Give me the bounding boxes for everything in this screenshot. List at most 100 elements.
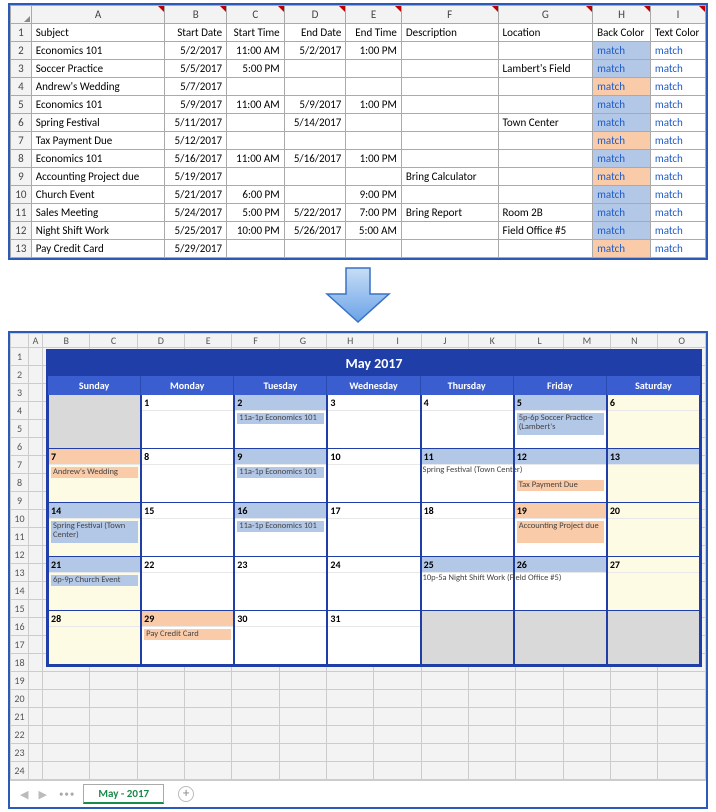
cal-row-hdr[interactable]: 17	[11, 636, 29, 654]
cal-day-29[interactable]: 29 Pay Credit Card	[141, 611, 234, 665]
cell-back-color[interactable]: match	[593, 78, 651, 96]
sheet-tab-active[interactable]: May - 2017	[83, 784, 164, 804]
col-B[interactable]: B	[165, 6, 227, 24]
cal-day-27[interactable]: 27	[607, 557, 700, 611]
cal-row-hdr[interactable]: 20	[11, 690, 29, 708]
cal-row-hdr[interactable]: 14	[11, 582, 29, 600]
cell-description[interactable]	[401, 78, 498, 96]
cal-day-14[interactable]: 14 Spring Festival (Town Center)	[48, 503, 141, 557]
cal-day-10[interactable]: 10	[327, 449, 420, 503]
cell-back-color[interactable]: match	[593, 132, 651, 150]
cell-end-date[interactable]	[284, 78, 346, 96]
cell-text-color[interactable]: match	[650, 42, 705, 60]
cell-description[interactable]	[401, 42, 498, 60]
cal-grid-row[interactable]: 19	[11, 672, 706, 690]
cal-empty-cell[interactable]	[29, 438, 43, 456]
cal-empty-cell[interactable]	[90, 690, 137, 708]
hdr-location[interactable]: Location	[498, 24, 593, 42]
select-all-corner[interactable]	[11, 6, 32, 24]
row-hdr[interactable]: 12	[11, 222, 32, 240]
cell-start-time[interactable]	[227, 78, 285, 96]
cal-empty-cell[interactable]	[327, 744, 374, 762]
cal-row-hdr[interactable]: 1	[11, 348, 29, 366]
cal-empty-cell[interactable]	[374, 708, 421, 726]
cal-day-9[interactable]: 9 11a-1p Economics 101	[234, 449, 327, 503]
cal-empty-cell[interactable]	[185, 762, 232, 780]
cell-end-time[interactable]	[346, 132, 402, 150]
cell-end-date[interactable]: 5/2/2017	[284, 42, 346, 60]
cell-description[interactable]	[401, 114, 498, 132]
cal-row-hdr[interactable]: 21	[11, 708, 29, 726]
cal-empty-cell[interactable]	[137, 744, 184, 762]
cell-description[interactable]: Bring Calculator	[401, 168, 498, 186]
table-row[interactable]: 11Sales Meeting5/24/20175:00 PM5/22/2017…	[11, 204, 706, 222]
cell-end-date[interactable]: 5/9/2017	[284, 96, 346, 114]
cal-col-I[interactable]: I	[374, 334, 421, 348]
cal-day-18[interactable]: 18	[421, 503, 514, 557]
cal-empty-cell[interactable]	[137, 672, 184, 690]
cal-empty-cell[interactable]	[611, 744, 658, 762]
cal-select-all[interactable]	[11, 334, 29, 348]
cal-col-D[interactable]: D	[137, 334, 184, 348]
cal-day-22[interactable]: 22	[141, 557, 234, 611]
cell-text-color[interactable]: match	[650, 186, 705, 204]
cal-grid-row[interactable]: 24	[11, 762, 706, 780]
cell-location[interactable]	[498, 78, 593, 96]
cal-empty-cell[interactable]	[469, 744, 516, 762]
cal-empty-cell[interactable]	[374, 690, 421, 708]
event-econ-9[interactable]: 11a-1p Economics 101	[237, 467, 324, 478]
hdr-start-date[interactable]: Start Date	[165, 24, 227, 42]
event-econ-2[interactable]: 11a-1p Economics 101	[237, 413, 324, 424]
cal-empty-cell[interactable]	[29, 690, 43, 708]
cal-row-hdr[interactable]: 4	[11, 402, 29, 420]
cal-empty-cell[interactable]	[29, 384, 43, 402]
cal-empty-cell[interactable]	[185, 744, 232, 762]
cell-description[interactable]	[401, 186, 498, 204]
cell-start-time[interactable]: 11:00 AM	[227, 150, 285, 168]
event-acct-19[interactable]: Accounting Project due	[517, 521, 604, 543]
row-hdr[interactable]: 2	[11, 42, 32, 60]
cell-end-time[interactable]: 9:00 PM	[346, 186, 402, 204]
event-source-table[interactable]: A B C D E F G H I 1 Subject Start Date S…	[10, 5, 706, 258]
cell-back-color[interactable]: match	[593, 186, 651, 204]
cal-empty-cell[interactable]	[232, 726, 279, 744]
cell-end-date[interactable]	[284, 132, 346, 150]
row-hdr[interactable]: 13	[11, 240, 32, 258]
hdr-back-color[interactable]: Back Color	[593, 24, 651, 42]
cal-empty-cell[interactable]	[279, 762, 326, 780]
cell-subject[interactable]: Sales Meeting	[31, 204, 165, 222]
event-spring-festival-span[interactable]: Spring Festival (Town Center)	[421, 464, 697, 476]
cell-text-color[interactable]: match	[650, 240, 705, 258]
cell-end-date[interactable]: 5/26/2017	[284, 222, 346, 240]
cell-subject[interactable]: Andrew's Wedding	[31, 78, 165, 96]
cal-day-13[interactable]: 13	[607, 449, 700, 503]
cal-empty-cell[interactable]	[516, 744, 563, 762]
cal-day-15[interactable]: 15	[141, 503, 234, 557]
cal-day-blank[interactable]	[607, 611, 700, 665]
event-spring-14[interactable]: Spring Festival (Town Center)	[51, 521, 138, 543]
cal-empty-cell[interactable]	[29, 546, 43, 564]
cell-subject[interactable]: Economics 101	[31, 150, 165, 168]
event-wedding-7[interactable]: Andrew's Wedding	[51, 467, 138, 478]
cal-empty-cell[interactable]	[374, 744, 421, 762]
cal-empty-cell[interactable]	[563, 762, 610, 780]
cal-empty-cell[interactable]	[421, 762, 468, 780]
cell-start-time[interactable]	[227, 240, 285, 258]
cal-row-hdr[interactable]: 10	[11, 510, 29, 528]
cal-empty-cell[interactable]	[43, 708, 90, 726]
cal-empty-cell[interactable]	[29, 726, 43, 744]
cal-empty-cell[interactable]	[658, 744, 706, 762]
cal-empty-cell[interactable]	[29, 528, 43, 546]
cell-start-date[interactable]: 5/16/2017	[165, 150, 227, 168]
cell-text-color[interactable]: match	[650, 204, 705, 222]
cal-col-L[interactable]: L	[516, 334, 563, 348]
cal-empty-cell[interactable]	[327, 708, 374, 726]
cal-day-1[interactable]: 1	[141, 395, 234, 449]
cell-description[interactable]	[401, 60, 498, 78]
cell-end-time[interactable]	[346, 60, 402, 78]
cal-empty-cell[interactable]	[29, 672, 43, 690]
cal-empty-cell[interactable]	[29, 582, 43, 600]
cal-empty-cell[interactable]	[516, 762, 563, 780]
cal-day-8[interactable]: 8	[141, 449, 234, 503]
cal-empty-cell[interactable]	[469, 672, 516, 690]
